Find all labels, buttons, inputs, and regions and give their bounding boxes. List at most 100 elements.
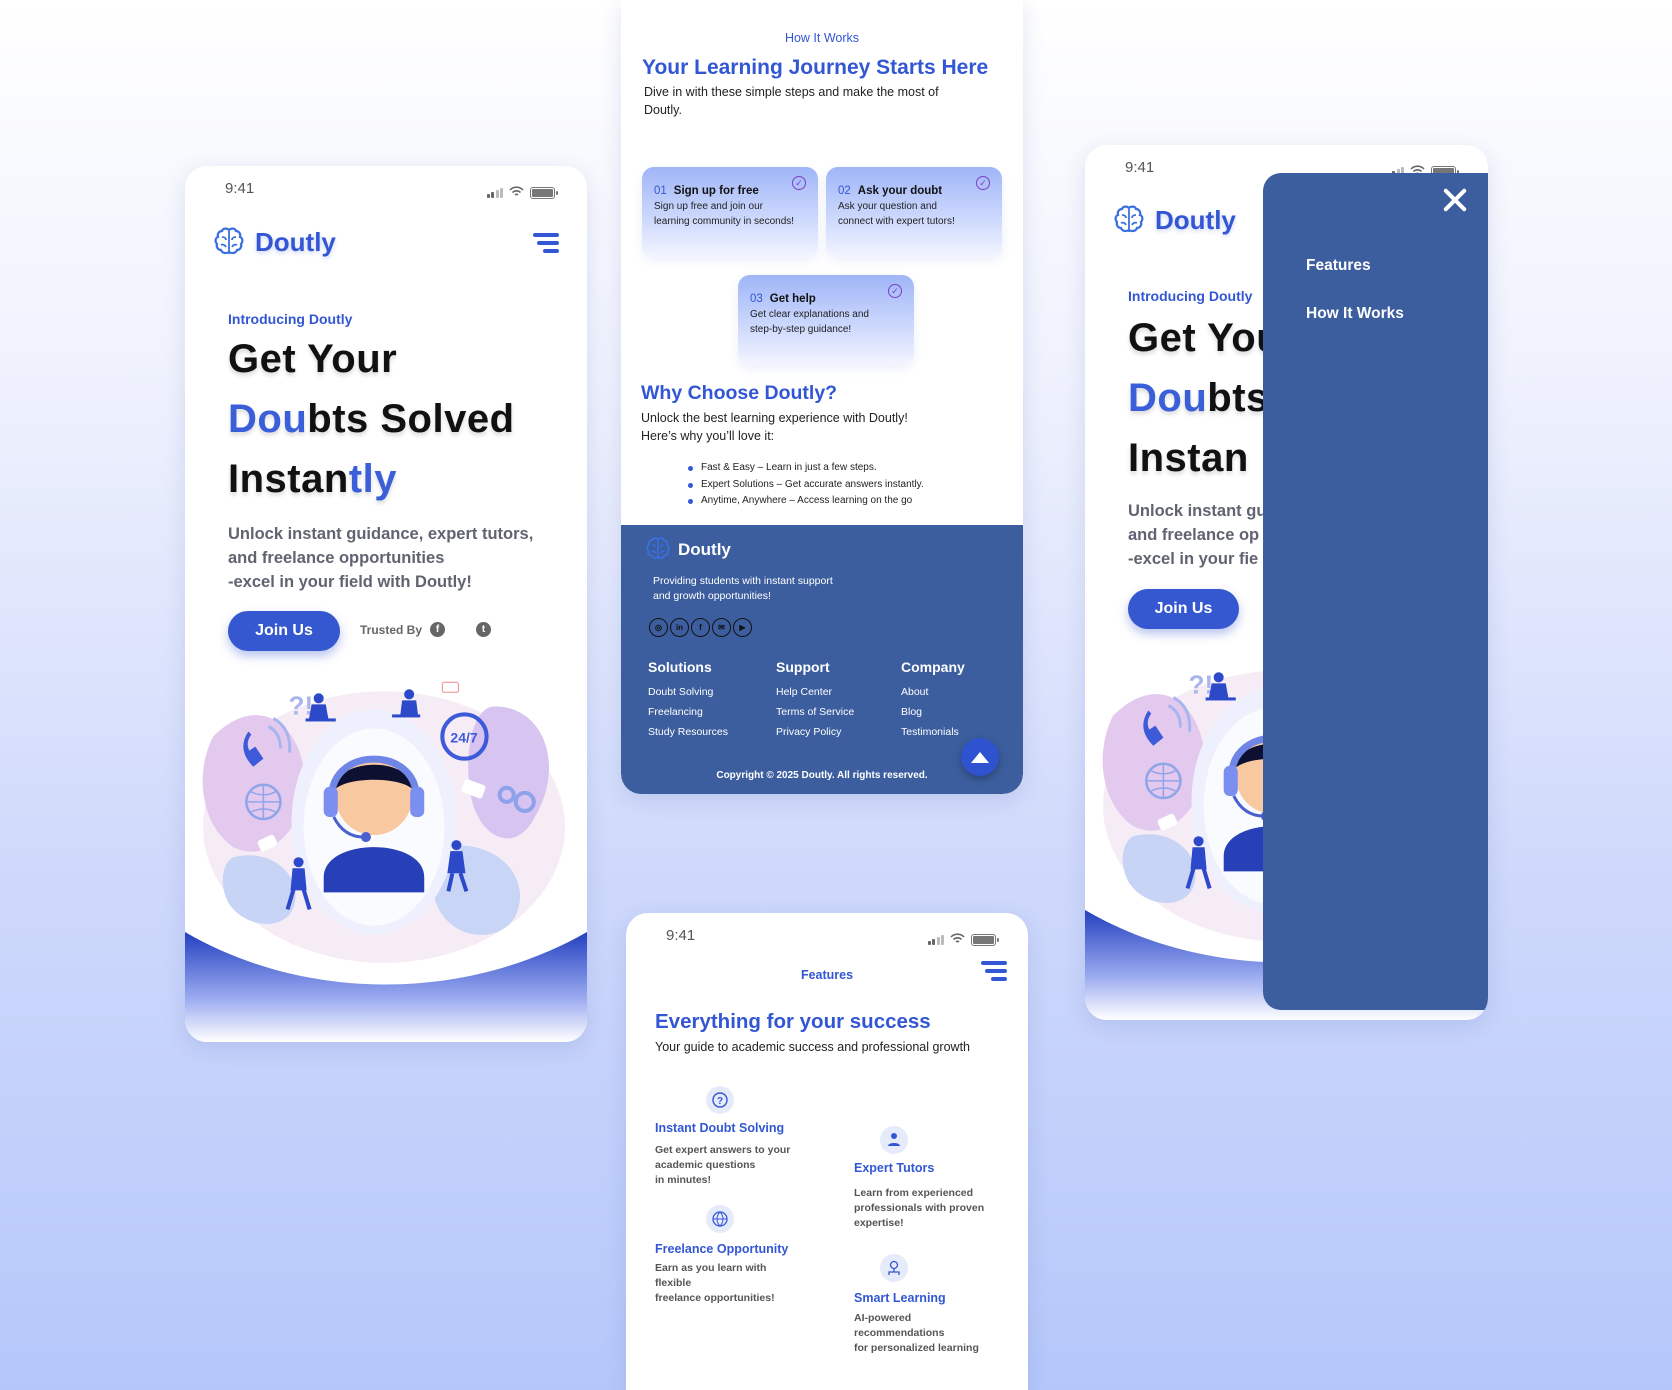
mail-icon[interactable]: ✉ — [712, 618, 731, 637]
features-nav-title: Features — [800, 968, 854, 982]
headline-line-2: Doubts Solved — [228, 397, 515, 441]
feature-description: Get expert answers to your academic ques… — [655, 1144, 791, 1186]
hero-intro: Introducing Doutly — [228, 311, 353, 327]
bullet-item: Fast & Easy – Learn in just a few steps. — [688, 460, 924, 477]
status-icons — [927, 931, 999, 949]
step-card-2[interactable]: 02 Ask your doubt Ask your question and co… — [826, 167, 1002, 257]
footer-link[interactable]: Terms of Service — [776, 702, 854, 722]
check-icon: ✓ — [976, 176, 990, 190]
social-links: ◎ in f ✉ ▶ — [649, 618, 752, 637]
signal-icon — [927, 935, 944, 945]
headline-line-3: Instantly — [228, 457, 397, 501]
facebook-icon[interactable]: f — [430, 622, 446, 637]
tutor-icon — [880, 1126, 908, 1154]
footer-link[interactable]: Freelancing — [648, 702, 728, 722]
status-time: 9:41 — [225, 180, 255, 197]
hero-headline: Get Your Doubts Solved Instantly — [228, 329, 568, 509]
check-icon: ✓ — [888, 284, 902, 298]
feature-title: Freelance Opportunity — [655, 1242, 789, 1256]
footer-col-company: Company About Blog Testimonials — [901, 659, 965, 742]
how-title: Your Learning Journey Starts Here — [642, 56, 989, 79]
brand-logo[interactable]: Doutly — [213, 226, 336, 258]
trusted-by-label: Trusted By — [360, 622, 423, 637]
bullet-item: Expert Solutions – Get accurate answers … — [688, 477, 924, 494]
wifi-icon — [950, 931, 965, 949]
menu-icon[interactable] — [533, 233, 559, 253]
status-bar: 9:41 — [185, 180, 587, 200]
brand-name: Doutly — [255, 226, 336, 257]
twitter-icon[interactable]: t — [476, 622, 492, 637]
feature-title: Smart Learning — [854, 1291, 946, 1305]
features-description: Your guide to academic success and profe… — [655, 1040, 971, 1054]
facebook-icon[interactable]: f — [691, 618, 710, 637]
footer-link[interactable]: Study Resources — [648, 722, 728, 742]
feature-description: Learn from experienced professionals with… — [854, 1187, 985, 1229]
battery-icon — [971, 934, 999, 946]
features-title: Everything for your success — [655, 1010, 931, 1033]
features-screen: 9:41 Features Everything for your succes… — [626, 913, 1028, 1390]
status-time: 9:41 — [666, 927, 696, 944]
brain-icon — [645, 536, 671, 562]
site-footer: Doutly Providing students with instant s… — [621, 525, 1023, 794]
status-bar: 9:41 — [626, 927, 1028, 947]
globe-icon — [706, 1205, 734, 1233]
why-description: Unlock the best learning experience with… — [641, 411, 908, 443]
footer-link[interactable]: Help Center — [776, 682, 854, 702]
why-title: Why Choose Doutly? — [641, 382, 838, 404]
menu-item-features[interactable]: Features — [1306, 257, 1371, 275]
feature-description: AI-powered recommendations for personalize… — [854, 1312, 979, 1354]
brain-icon — [1113, 204, 1145, 236]
footer-col-support: Support Help Center Terms of Service Pri… — [776, 659, 854, 742]
join-us-button[interactable]: Join Us — [1128, 589, 1239, 629]
battery-icon — [530, 187, 558, 199]
copyright: Copyright © 2025 Doutly. All rights rese… — [716, 770, 928, 781]
bottom-wave — [185, 932, 587, 1042]
why-bullets: Fast & Easy – Learn in just a few steps.… — [688, 460, 924, 510]
how-it-works-screen: How It Works Your Learning Journey Start… — [621, 0, 1023, 794]
feature-description: Earn as you learn with flexible freelance … — [655, 1262, 775, 1304]
footer-link[interactable]: Doubt Solving — [648, 682, 728, 702]
menu-icon[interactable] — [981, 961, 1007, 981]
step-card-1[interactable]: 01 Sign up for free Sign up free and join… — [642, 167, 818, 257]
brain-icon — [213, 226, 245, 258]
trusted-by: Trusted By f t — [360, 622, 492, 637]
ai-icon — [880, 1254, 908, 1282]
question-icon: ? — [706, 1086, 734, 1114]
wifi-icon — [509, 184, 524, 202]
windows-icon[interactable] — [453, 622, 468, 637]
step-card-3[interactable]: 03 Get help Get clear explanations and ste… — [738, 275, 914, 365]
linkedin-icon[interactable]: in — [670, 618, 689, 637]
footer-link[interactable]: Privacy Policy — [776, 722, 854, 742]
youtube-icon[interactable]: ▶ — [733, 618, 752, 637]
footer-link[interactable]: Testimonials — [901, 722, 965, 742]
footer-brand-name: Doutly — [678, 540, 731, 559]
join-us-button[interactable]: Join Us — [228, 611, 340, 651]
how-description: Dive in with these simple steps and make… — [644, 85, 939, 117]
brand-name: Doutly — [1155, 204, 1236, 235]
svg-text:?: ? — [717, 1096, 723, 1107]
status-icons — [486, 184, 558, 202]
instagram-icon[interactable]: ◎ — [649, 618, 668, 637]
check-icon: ✓ — [792, 176, 806, 190]
arrow-up-icon — [971, 751, 989, 763]
menu-item-how-it-works[interactable]: How It Works — [1306, 305, 1404, 323]
footer-col-solutions: Solutions Doubt Solving Freelancing Stud… — [648, 659, 728, 742]
footer-link[interactable]: Blog — [901, 702, 965, 722]
feature-title: Instant Doubt Solving — [655, 1121, 785, 1135]
bullet-item: Anytime, Anywhere – Access learning on t… — [688, 493, 924, 510]
how-eyebrow: How It Works — [784, 31, 860, 45]
side-menu: Features How It Works — [1263, 173, 1488, 1010]
footer-tagline: Providing students with instant support a… — [653, 575, 833, 602]
hero-screen: 9:41 Doutly Introducing Doutly Get Your … — [185, 166, 587, 1042]
close-icon[interactable] — [1440, 185, 1470, 215]
headline-line-1: Get Your — [228, 337, 398, 381]
menu-open-screen: 9:41 Doutly Introducing Doutly Get You D… — [1085, 145, 1488, 1020]
hero-subtitle: Unlock instant guidance, expert tutors, a… — [228, 525, 534, 591]
brand-logo[interactable]: Doutly — [1113, 204, 1236, 236]
support-illustration — [193, 676, 565, 968]
feature-title: Expert Tutors — [854, 1161, 935, 1175]
status-time: 9:41 — [1125, 159, 1155, 176]
hero-intro: Introducing Doutly — [1128, 288, 1253, 304]
signal-icon — [486, 188, 503, 198]
footer-link[interactable]: About — [901, 682, 965, 702]
